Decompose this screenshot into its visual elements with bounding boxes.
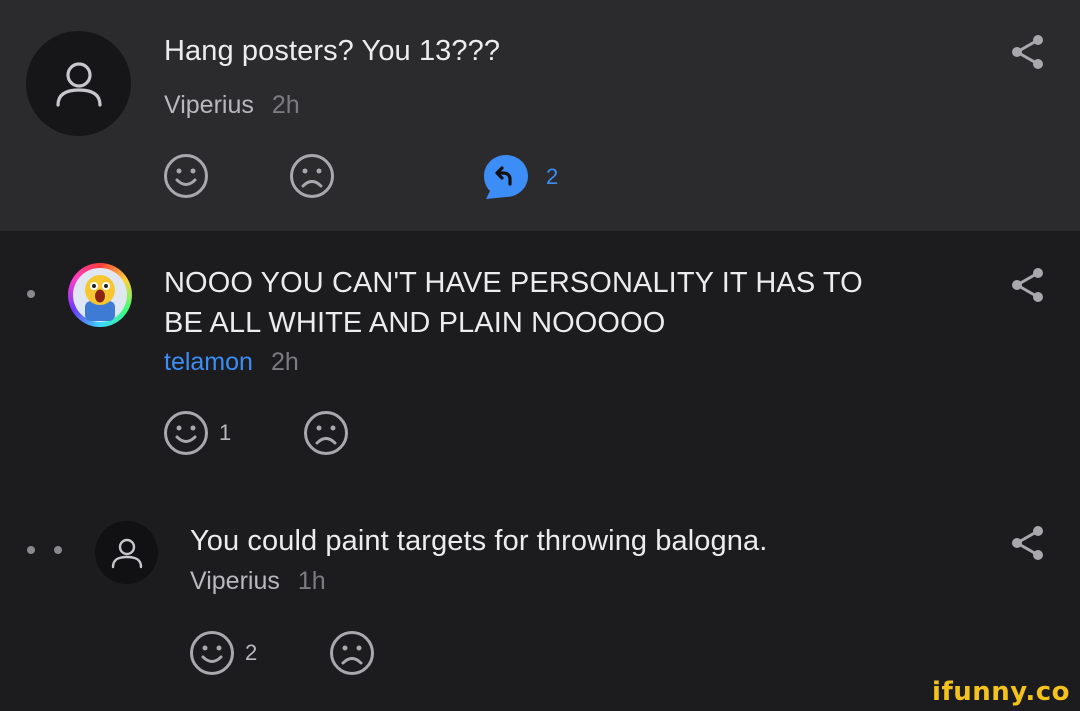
smile-count: 1 — [219, 420, 232, 445]
smile-button[interactable]: 2 — [189, 630, 257, 676]
avatar[interactable] — [68, 263, 132, 327]
username[interactable]: Viperius — [190, 567, 280, 595]
smile-button[interactable] — [163, 153, 219, 199]
comment-meta: Viperius 1h — [190, 566, 326, 596]
comment-3: You could paint targets for throwing bal… — [0, 489, 1080, 711]
username[interactable]: Viperius — [164, 91, 254, 119]
ifunny-watermark: ifunny.co — [932, 677, 1070, 707]
comment-meta: telamon 2h — [164, 347, 299, 377]
comment-text-line-1: NOOO YOU CAN'T HAVE PERSONALITY IT HAS T… — [164, 267, 863, 299]
smile-icon — [190, 631, 234, 675]
replies-button[interactable]: 2 — [482, 153, 558, 201]
share-icon[interactable] — [1010, 266, 1046, 304]
frown-icon — [330, 631, 374, 675]
timestamp: 1h — [297, 567, 326, 595]
frown-button[interactable] — [303, 410, 359, 456]
reply-bubble-icon — [484, 155, 528, 199]
frown-icon — [290, 154, 334, 198]
comment-meta: Viperius 2h — [164, 90, 300, 120]
thread-depth-dot — [27, 290, 35, 298]
comment-text-line-2: BE ALL WHITE AND PLAIN NOOOOO — [164, 307, 666, 339]
reply-count: 2 — [546, 164, 559, 189]
share-icon[interactable] — [1010, 33, 1046, 71]
frown-icon — [304, 411, 348, 455]
user-icon — [111, 538, 142, 568]
smile-icon — [164, 154, 208, 198]
smile-count: 2 — [245, 640, 258, 665]
comment-text: Hang posters? You 13??? — [164, 35, 501, 67]
comment-2: NOOO YOU CAN'T HAVE PERSONALITY IT HAS T… — [0, 231, 1080, 489]
timestamp: 2h — [270, 348, 299, 376]
avatar[interactable] — [26, 31, 131, 136]
share-icon[interactable] — [1010, 524, 1046, 562]
thread-depth-dot — [54, 546, 62, 554]
smile-icon — [164, 411, 208, 455]
smile-button[interactable]: 1 — [163, 410, 231, 456]
frown-button[interactable] — [289, 153, 345, 199]
comment-1: Hang posters? You 13??? Viperius 2h 2 — [0, 0, 1080, 231]
comment-text: You could paint targets for throwing bal… — [190, 525, 768, 557]
user-icon — [55, 61, 102, 107]
username[interactable]: telamon — [164, 348, 253, 376]
thread-depth-dot — [27, 546, 35, 554]
avatar[interactable] — [95, 521, 158, 584]
screaming-emoji-icon — [73, 268, 127, 322]
timestamp: 2h — [271, 91, 300, 119]
frown-button[interactable] — [329, 630, 385, 676]
